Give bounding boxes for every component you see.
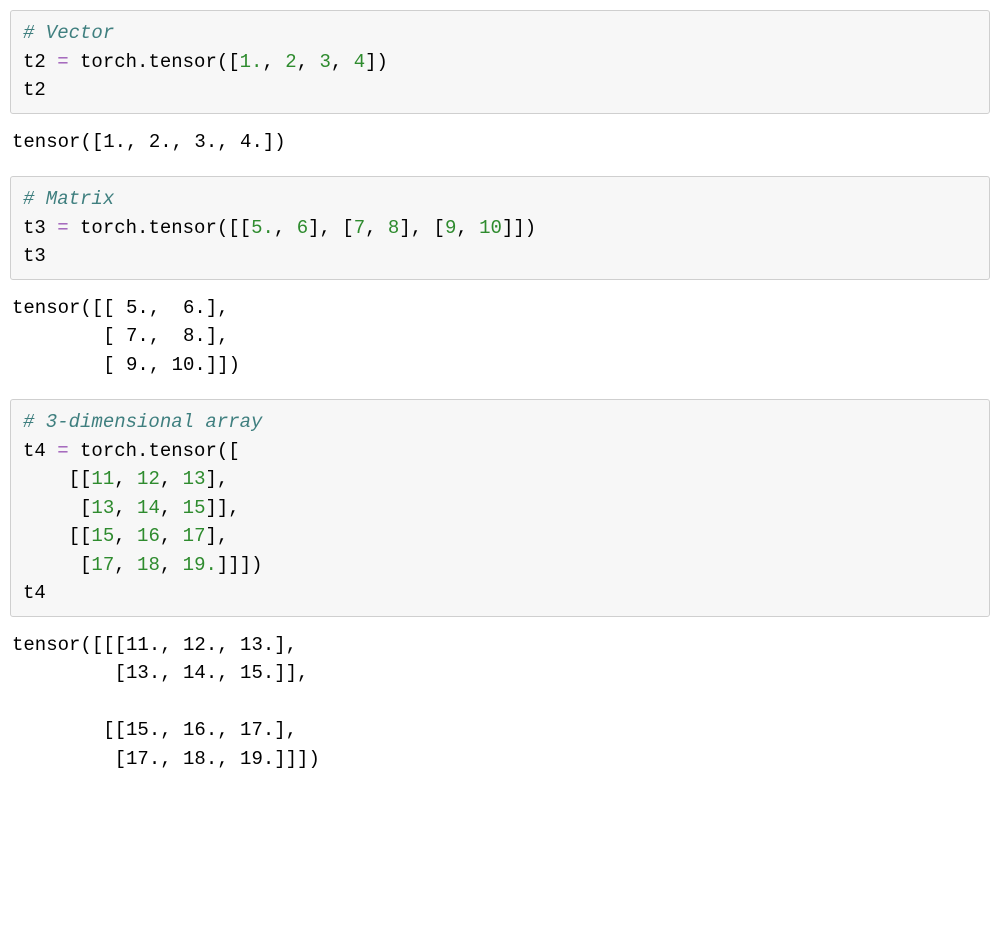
code-token-number: 8 bbox=[388, 217, 399, 239]
code-token-number: 17 bbox=[183, 525, 206, 547]
code-output-cell: tensor([1., 2., 3., 4.]) bbox=[10, 124, 990, 177]
code-token-plain: t4 bbox=[23, 440, 57, 462]
code-token-plain: ], [ bbox=[399, 217, 445, 239]
code-token-plain: , bbox=[114, 497, 137, 519]
code-token-number: 19. bbox=[183, 554, 217, 576]
code-token-operator: = bbox=[57, 217, 68, 239]
code-token-operator: = bbox=[57, 440, 68, 462]
code-token-plain: , bbox=[274, 217, 297, 239]
code-token-number: 12 bbox=[137, 468, 160, 490]
code-token-number: 2 bbox=[285, 51, 296, 73]
code-token-number: 15 bbox=[91, 525, 114, 547]
code-token-plain: t3 bbox=[23, 217, 57, 239]
code-token-plain: ], [ bbox=[308, 217, 354, 239]
code-token-plain: , bbox=[114, 468, 137, 490]
code-token-plain: torch.tensor([[ bbox=[69, 217, 251, 239]
code-token-plain: torch.tensor([ bbox=[69, 51, 240, 73]
code-token-number: 9 bbox=[445, 217, 456, 239]
code-token-number: 13 bbox=[183, 468, 206, 490]
code-token-plain: , bbox=[160, 497, 183, 519]
code-token-number: 14 bbox=[137, 497, 160, 519]
code-token-plain: , bbox=[456, 217, 479, 239]
code-token-operator: = bbox=[57, 51, 68, 73]
code-token-plain: t2 bbox=[23, 51, 57, 73]
code-token-number: 16 bbox=[137, 525, 160, 547]
code-token-comment: # Vector bbox=[23, 22, 114, 44]
code-token-plain: , bbox=[262, 51, 285, 73]
code-token-plain: , bbox=[160, 554, 183, 576]
code-token-plain: , bbox=[297, 51, 320, 73]
code-token-number: 7 bbox=[354, 217, 365, 239]
code-input-cell: # Matrix t3 = torch.tensor([[5., 6], [7,… bbox=[10, 176, 990, 280]
code-token-number: 13 bbox=[91, 497, 114, 519]
code-token-plain: , bbox=[331, 51, 354, 73]
code-token-number: 5. bbox=[251, 217, 274, 239]
code-token-number: 1. bbox=[240, 51, 263, 73]
code-token-plain: , bbox=[160, 525, 183, 547]
code-token-number: 17 bbox=[91, 554, 114, 576]
code-token-plain: , bbox=[114, 554, 137, 576]
code-token-plain: , bbox=[114, 525, 137, 547]
code-output-cell: tensor([[[11., 12., 13.], [13., 14., 15.… bbox=[10, 627, 990, 794]
code-token-number: 18 bbox=[137, 554, 160, 576]
code-input-cell: # 3-dimensional array t4 = torch.tensor(… bbox=[10, 399, 990, 617]
code-token-comment: # 3-dimensional array bbox=[23, 411, 262, 433]
code-token-plain: , bbox=[365, 217, 388, 239]
code-token-plain: , bbox=[160, 468, 183, 490]
code-token-number: 4 bbox=[354, 51, 365, 73]
code-token-number: 11 bbox=[91, 468, 114, 490]
code-token-number: 10 bbox=[479, 217, 502, 239]
code-token-comment: # Matrix bbox=[23, 188, 114, 210]
code-input-cell: # Vector t2 = torch.tensor([1., 2, 3, 4]… bbox=[10, 10, 990, 114]
code-token-number: 3 bbox=[320, 51, 331, 73]
code-token-number: 6 bbox=[297, 217, 308, 239]
code-output-cell: tensor([[ 5., 6.], [ 7., 8.], [ 9., 10.]… bbox=[10, 290, 990, 400]
code-token-number: 15 bbox=[183, 497, 206, 519]
